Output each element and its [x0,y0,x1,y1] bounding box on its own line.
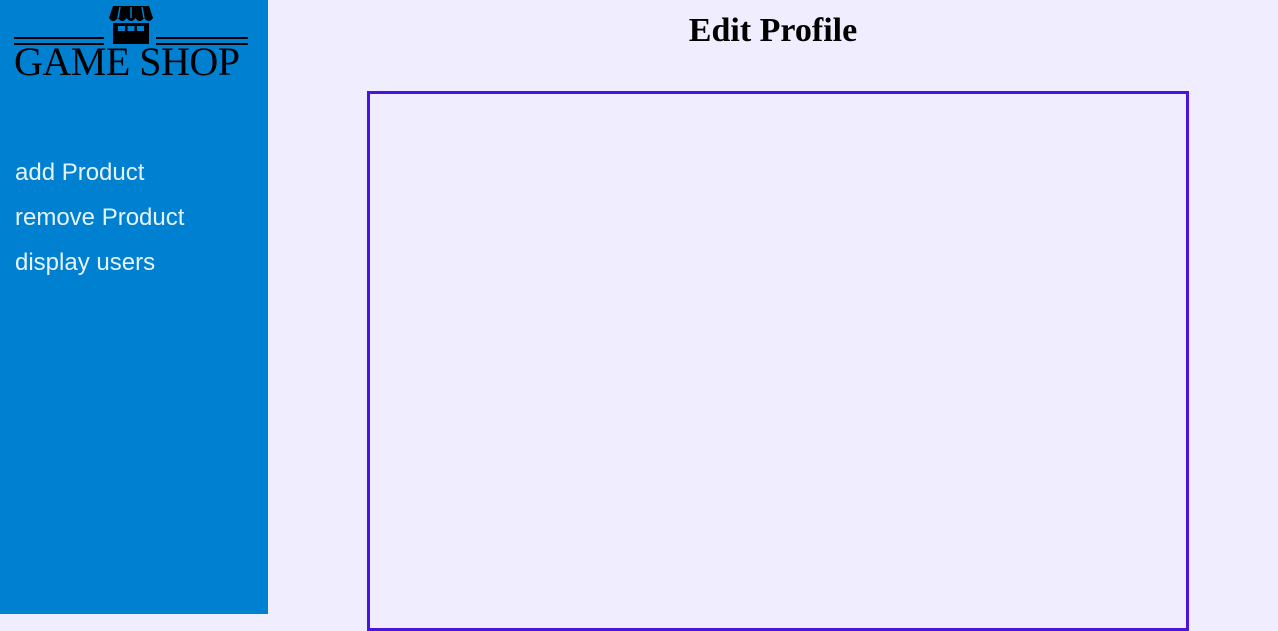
sidebar: GAME SHOP add Product remove Product dis… [0,0,268,614]
logo-text: GAME SHOP [14,39,240,84]
edit-profile-frame[interactable] [367,91,1189,631]
page-title: Edit Profile [688,12,858,49]
game-shop-logo[interactable]: GAME SHOP [14,4,248,84]
sidebar-item-remove-product[interactable]: remove Product [15,195,184,240]
sidebar-item-display-users[interactable]: display users [15,240,184,285]
storefront-icon [109,6,153,44]
sidebar-nav: add Product remove Product display users [15,150,184,285]
sidebar-item-add-product[interactable]: add Product [15,150,184,195]
